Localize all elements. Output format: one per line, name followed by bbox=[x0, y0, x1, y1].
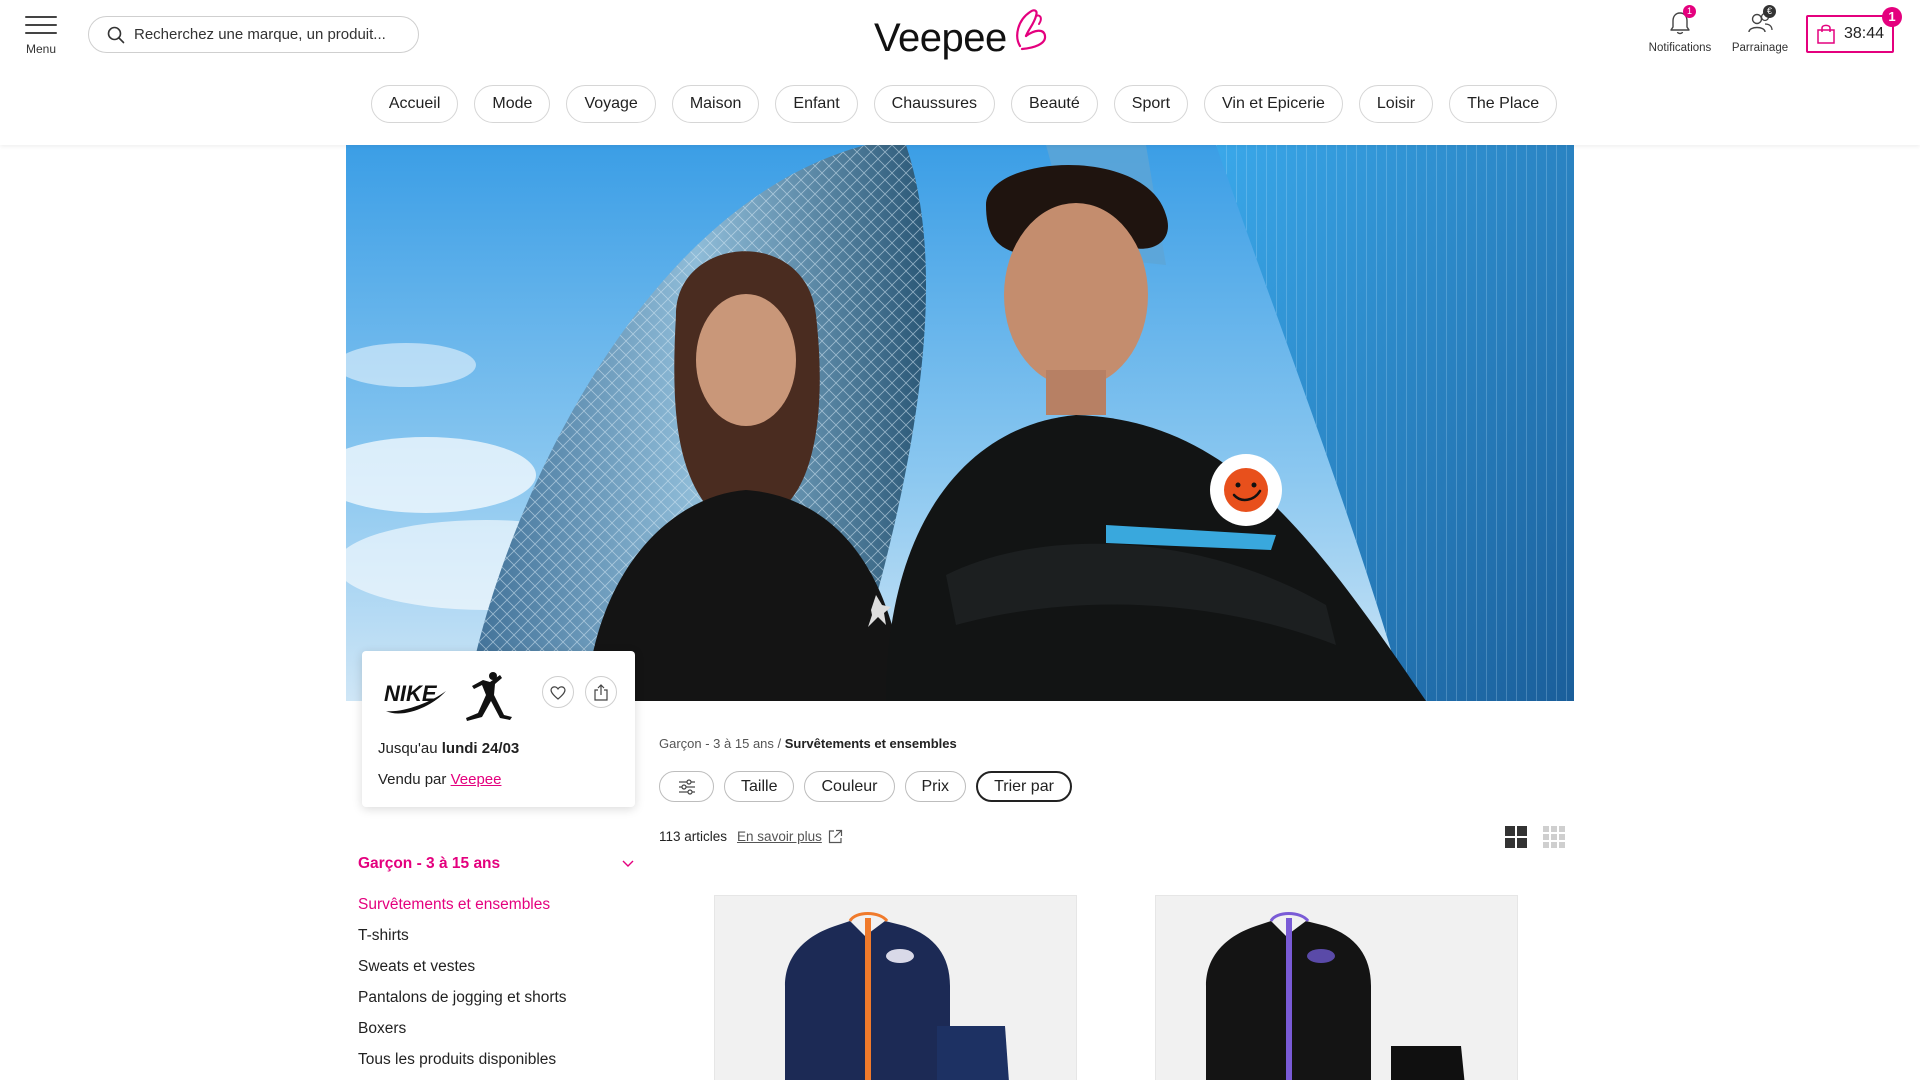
nav-item-maison[interactable]: Maison bbox=[671, 85, 760, 123]
grid-large-icon[interactable] bbox=[1504, 825, 1528, 849]
nav-item-voyage[interactable]: Voyage bbox=[566, 85, 656, 123]
sale-end-date: Jusqu'au lundi 24/03 bbox=[378, 740, 520, 757]
cart-badge: 1 bbox=[1882, 7, 1902, 27]
bell-icon: 1 bbox=[1665, 5, 1696, 38]
nav-item-beaute[interactable]: Beauté bbox=[1011, 85, 1098, 123]
cart-button[interactable]: 38:44 1 bbox=[1806, 7, 1902, 53]
view-toggle bbox=[1504, 825, 1566, 849]
nav-item-enfant[interactable]: Enfant bbox=[775, 85, 858, 123]
sidebar-item-survetements[interactable]: Survêtements et ensembles bbox=[358, 895, 567, 926]
hero-banner-image bbox=[346, 145, 1574, 701]
breadcrumb-current: Survêtements et ensembles bbox=[784, 736, 957, 751]
notifications-label: Notifications bbox=[1648, 42, 1712, 54]
sidebar-item-pantalons[interactable]: Pantalons de jogging et shorts bbox=[358, 988, 567, 1019]
share-button[interactable] bbox=[585, 676, 617, 708]
jordan-jumpman-logo bbox=[466, 672, 512, 721]
category-nav: Accueil Mode Voyage Maison Enfant Chauss… bbox=[0, 85, 1920, 123]
chevron-down-icon bbox=[622, 860, 634, 867]
search-icon bbox=[107, 26, 125, 43]
all-filters-button[interactable] bbox=[659, 771, 714, 802]
heart-icon bbox=[550, 685, 566, 700]
sidebar-item-boxers[interactable]: Boxers bbox=[358, 1019, 567, 1050]
nav-item-chaussures[interactable]: Chaussures bbox=[873, 85, 996, 123]
nav-item-sport[interactable]: Sport bbox=[1113, 85, 1189, 123]
nav-item-mode[interactable]: Mode bbox=[474, 85, 551, 123]
grid-small-icon[interactable] bbox=[1542, 825, 1566, 849]
nike-logo: NIKE bbox=[384, 681, 446, 714]
breadcrumb-parent[interactable]: Garçon - 3 à 15 ans bbox=[659, 736, 774, 751]
search-bar[interactable] bbox=[88, 16, 419, 53]
sliders-icon bbox=[678, 778, 695, 795]
referral-button[interactable]: € Parrainage bbox=[1725, 5, 1795, 54]
site-header: Menu Veepee 1 Notifications € Parrainage… bbox=[0, 0, 1920, 145]
nav-item-loisir[interactable]: Loisir bbox=[1358, 85, 1434, 123]
nav-item-vin-et-epicerie[interactable]: Vin et Epicerie bbox=[1204, 85, 1343, 123]
product-card[interactable] bbox=[1155, 895, 1518, 1080]
filter-couleur[interactable]: Couleur bbox=[804, 771, 895, 802]
sort-button[interactable]: Trier par bbox=[976, 771, 1072, 802]
filter-taille[interactable]: Taille bbox=[724, 771, 795, 802]
favorite-button[interactable] bbox=[542, 676, 574, 708]
referral-icon: € bbox=[1745, 5, 1776, 38]
brand-info-card: NIKE Jusqu'au lundi 24/03 Vendu par Veep… bbox=[362, 651, 635, 807]
share-icon bbox=[594, 683, 608, 701]
nav-item-accueil[interactable]: Accueil bbox=[370, 85, 459, 123]
results-count: 113 articles bbox=[659, 829, 728, 844]
logo-wordmark: Veepee bbox=[874, 16, 1007, 60]
sold-by: Vendu par Veepee bbox=[378, 771, 502, 788]
butterfly-icon bbox=[1016, 9, 1047, 51]
sidebar-item-sweats-vestes[interactable]: Sweats et vestes bbox=[358, 957, 567, 988]
product-image bbox=[785, 912, 1009, 1080]
notifications-badge: 1 bbox=[1683, 5, 1696, 18]
sidebar-item-t-shirts[interactable]: T-shirts bbox=[358, 926, 567, 957]
menu-button[interactable]: Menu bbox=[24, 16, 58, 56]
shopping-bag-icon bbox=[1817, 24, 1835, 44]
referral-badge: € bbox=[1763, 5, 1776, 18]
product-image bbox=[1206, 912, 1465, 1080]
filter-bar: Taille Couleur Prix Trier par bbox=[659, 771, 1072, 802]
external-link-icon bbox=[828, 829, 842, 844]
sidebar-item-tous-produits[interactable]: Tous les produits disponibles bbox=[358, 1050, 567, 1080]
notifications-button[interactable]: 1 Notifications bbox=[1644, 5, 1716, 54]
filter-prix[interactable]: Prix bbox=[904, 771, 967, 802]
veepee-logo[interactable]: Veepee bbox=[872, 6, 1052, 60]
hamburger-icon bbox=[25, 16, 57, 34]
menu-label: Menu bbox=[25, 42, 57, 56]
search-input[interactable] bbox=[134, 26, 404, 43]
nav-item-the-place[interactable]: The Place bbox=[1449, 85, 1558, 123]
product-card[interactable] bbox=[714, 895, 1077, 1080]
breadcrumb: Garçon - 3 à 15 ans / Survêtements et en… bbox=[659, 736, 957, 751]
results-count-row: 113 articles En savoir plus bbox=[659, 829, 843, 844]
referral-label: Parrainage bbox=[1731, 42, 1789, 54]
seller-link[interactable]: Veepee bbox=[451, 771, 502, 788]
cart-timer: 38:44 bbox=[1843, 25, 1885, 42]
learn-more-link[interactable]: En savoir plus bbox=[737, 829, 843, 844]
sidebar-category-title: Garçon - 3 à 15 ans bbox=[358, 855, 501, 872]
sidebar-category-toggle[interactable]: Garçon - 3 à 15 ans bbox=[358, 855, 634, 873]
sidebar-subcategories: Survêtements et ensembles T-shirts Sweat… bbox=[358, 895, 567, 1080]
